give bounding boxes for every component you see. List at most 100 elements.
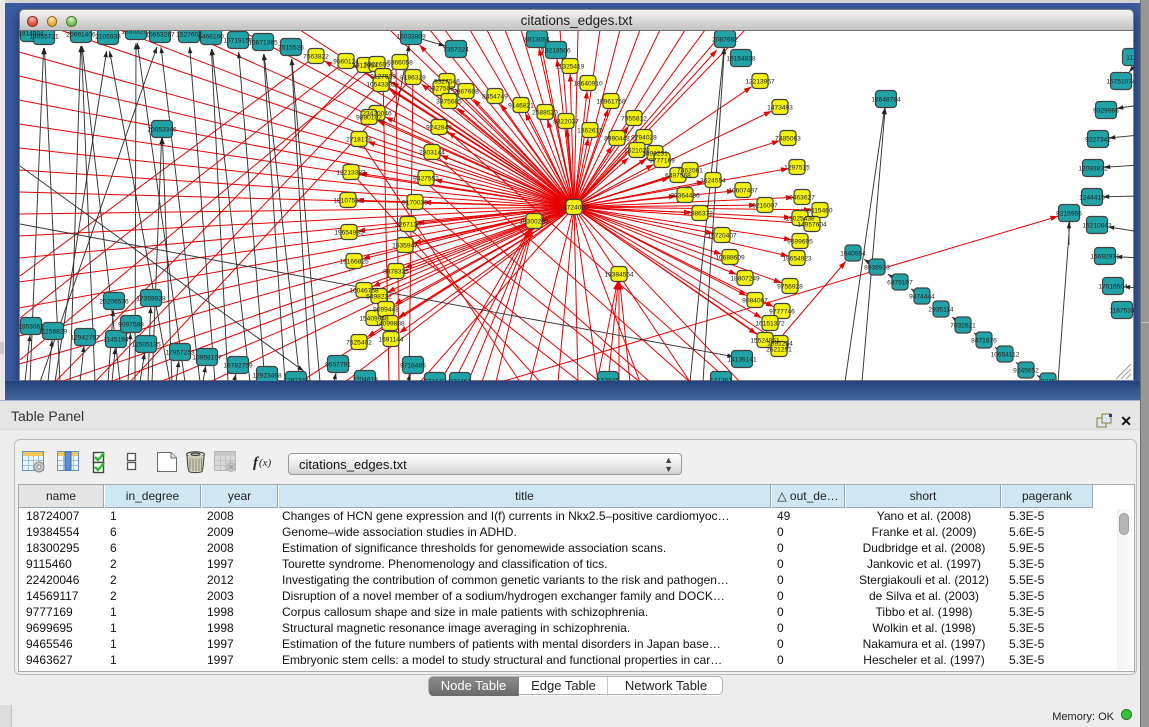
svg-text:2935114: 2935114 bbox=[928, 307, 954, 314]
svg-text:7986372: 7986372 bbox=[687, 211, 713, 218]
svg-text:14136141: 14136141 bbox=[727, 357, 757, 364]
svg-text:10961758: 10961758 bbox=[596, 99, 626, 106]
svg-text:16033809: 16033809 bbox=[396, 34, 426, 41]
svg-text:8186328: 8186328 bbox=[400, 75, 426, 82]
svg-text:8454749: 8454749 bbox=[482, 94, 508, 101]
svg-text:17957253: 17957253 bbox=[165, 350, 195, 357]
svg-text:5498222: 5498222 bbox=[366, 294, 392, 301]
svg-text:6879197: 6879197 bbox=[887, 280, 913, 287]
svg-text:12505135: 12505135 bbox=[131, 342, 161, 349]
svg-text:18640910: 18640910 bbox=[573, 81, 603, 88]
svg-text:9657791: 9657791 bbox=[325, 362, 351, 369]
svg-text:20691406: 20691406 bbox=[66, 32, 96, 39]
svg-text:2718176: 2718176 bbox=[346, 137, 372, 144]
svg-text:9097588: 9097588 bbox=[118, 322, 144, 329]
svg-text:9756928: 9756928 bbox=[777, 284, 803, 291]
svg-text:7663822: 7663822 bbox=[303, 54, 329, 61]
svg-text:15720407: 15720407 bbox=[707, 233, 737, 240]
svg-text:10671365: 10671365 bbox=[248, 40, 278, 47]
svg-text:15751074: 15751074 bbox=[1106, 79, 1134, 86]
svg-text:19384554: 19384554 bbox=[604, 272, 634, 279]
svg-text:3267130: 3267130 bbox=[395, 222, 421, 229]
svg-text:2803144: 2803144 bbox=[419, 150, 445, 157]
svg-text:(x): (x) bbox=[259, 457, 272, 469]
svg-text:5366058: 5366058 bbox=[387, 60, 413, 67]
svg-text:9794028: 9794028 bbox=[631, 135, 657, 142]
svg-text:15524851: 15524851 bbox=[750, 338, 780, 345]
svg-text:9227342: 9227342 bbox=[1085, 137, 1111, 144]
svg-text:11325419: 11325419 bbox=[556, 64, 585, 71]
svg-text:12213383: 12213383 bbox=[336, 170, 366, 177]
svg-text:9329966: 9329966 bbox=[1093, 108, 1119, 115]
svg-text:9463627: 9463627 bbox=[789, 195, 815, 202]
svg-text:12942757: 12942757 bbox=[70, 335, 100, 342]
svg-text:12213967: 12213967 bbox=[745, 79, 775, 86]
svg-text:9327546: 9327546 bbox=[434, 79, 460, 86]
svg-text:1145194: 1145194 bbox=[103, 337, 129, 344]
svg-text:18724007: 18724007 bbox=[559, 205, 589, 212]
svg-text:9327508: 9327508 bbox=[428, 86, 454, 93]
svg-text:10653267: 10653267 bbox=[145, 32, 175, 39]
svg-text:19166825: 19166825 bbox=[339, 259, 369, 266]
svg-text:11156829: 11156829 bbox=[39, 329, 68, 336]
svg-text:8990448: 8990448 bbox=[604, 136, 630, 143]
svg-text:7357224: 7357224 bbox=[443, 47, 469, 54]
svg-text:1244415: 1244415 bbox=[1079, 195, 1105, 202]
svg-text:1691144: 1691144 bbox=[378, 337, 404, 344]
svg-text:8813054: 8813054 bbox=[524, 37, 550, 44]
svg-text:1496231: 1496231 bbox=[642, 151, 668, 158]
svg-text:12093872: 12093872 bbox=[1078, 166, 1108, 173]
svg-text:9245652: 9245652 bbox=[1013, 368, 1039, 375]
svg-text:2087682: 2087682 bbox=[712, 37, 738, 44]
svg-text:18807249: 18807249 bbox=[730, 276, 760, 283]
svg-text:7462061: 7462061 bbox=[677, 168, 703, 175]
svg-text:15692971: 15692971 bbox=[1090, 254, 1120, 261]
svg-text:10607487: 10607487 bbox=[728, 188, 758, 195]
svg-text:16782759: 16782759 bbox=[223, 363, 253, 370]
svg-text:10958107: 10958107 bbox=[192, 355, 222, 362]
svg-text:9474444: 9474444 bbox=[909, 294, 935, 301]
svg-text:7515526: 7515526 bbox=[278, 45, 304, 52]
svg-text:20364436: 20364436 bbox=[670, 193, 700, 200]
svg-text:19654985: 19654985 bbox=[334, 230, 364, 237]
svg-text:1535947: 1535947 bbox=[392, 243, 418, 250]
svg-text:9777169: 9777169 bbox=[649, 158, 675, 165]
svg-text:19654923: 19654923 bbox=[782, 256, 812, 263]
svg-text:14055721: 14055721 bbox=[29, 34, 59, 41]
svg-text:1297515: 1297515 bbox=[784, 165, 810, 172]
svg-text:6216007: 6216007 bbox=[752, 203, 778, 210]
svg-text:10654112: 10654112 bbox=[991, 352, 1020, 359]
svg-text:14957604: 14957604 bbox=[797, 222, 827, 229]
svg-text:12923468: 12923468 bbox=[252, 373, 282, 380]
svg-text:1362615: 1362615 bbox=[577, 128, 603, 135]
svg-text:18300295: 18300295 bbox=[519, 219, 549, 226]
svg-text:1112: 1112 bbox=[1126, 55, 1134, 62]
svg-text:7955812: 7955812 bbox=[621, 116, 647, 123]
svg-text:9084067: 9084067 bbox=[742, 298, 768, 305]
svg-text:9716485: 9716485 bbox=[400, 363, 426, 370]
svg-text:1640954: 1640954 bbox=[840, 251, 866, 258]
svg-text:17359928: 17359928 bbox=[136, 296, 166, 303]
svg-text:7632621: 7632621 bbox=[950, 323, 976, 330]
svg-text:2867608: 2867608 bbox=[453, 89, 479, 96]
svg-text:8322037: 8322037 bbox=[553, 119, 579, 126]
svg-text:18107552: 18107552 bbox=[333, 198, 363, 205]
svg-text:8938923: 8938923 bbox=[864, 265, 890, 272]
svg-text:1473493: 1473493 bbox=[767, 105, 793, 112]
svg-text:2521251: 2521251 bbox=[766, 347, 792, 354]
svg-text:16210643: 16210643 bbox=[1082, 223, 1112, 230]
svg-text:16154838: 16154838 bbox=[726, 56, 756, 63]
svg-text:20053346: 20053346 bbox=[147, 127, 177, 134]
svg-text:2588520: 2588520 bbox=[532, 110, 558, 117]
svg-text:1167533: 1167533 bbox=[1109, 308, 1134, 315]
svg-text:8471676: 8471676 bbox=[971, 338, 997, 345]
svg-text:20206576: 20206576 bbox=[99, 299, 129, 306]
svg-text:9699695: 9699695 bbox=[787, 239, 813, 246]
svg-text:19218506: 19218506 bbox=[541, 48, 571, 55]
svg-text:16648784: 16648784 bbox=[871, 97, 901, 104]
svg-text:9115460: 9115460 bbox=[807, 208, 833, 215]
svg-text:10688609: 10688609 bbox=[715, 255, 745, 262]
svg-text:9170035: 9170035 bbox=[402, 200, 428, 207]
svg-text:8878335: 8878335 bbox=[383, 269, 409, 276]
svg-text:8215955: 8215955 bbox=[1056, 211, 1082, 218]
